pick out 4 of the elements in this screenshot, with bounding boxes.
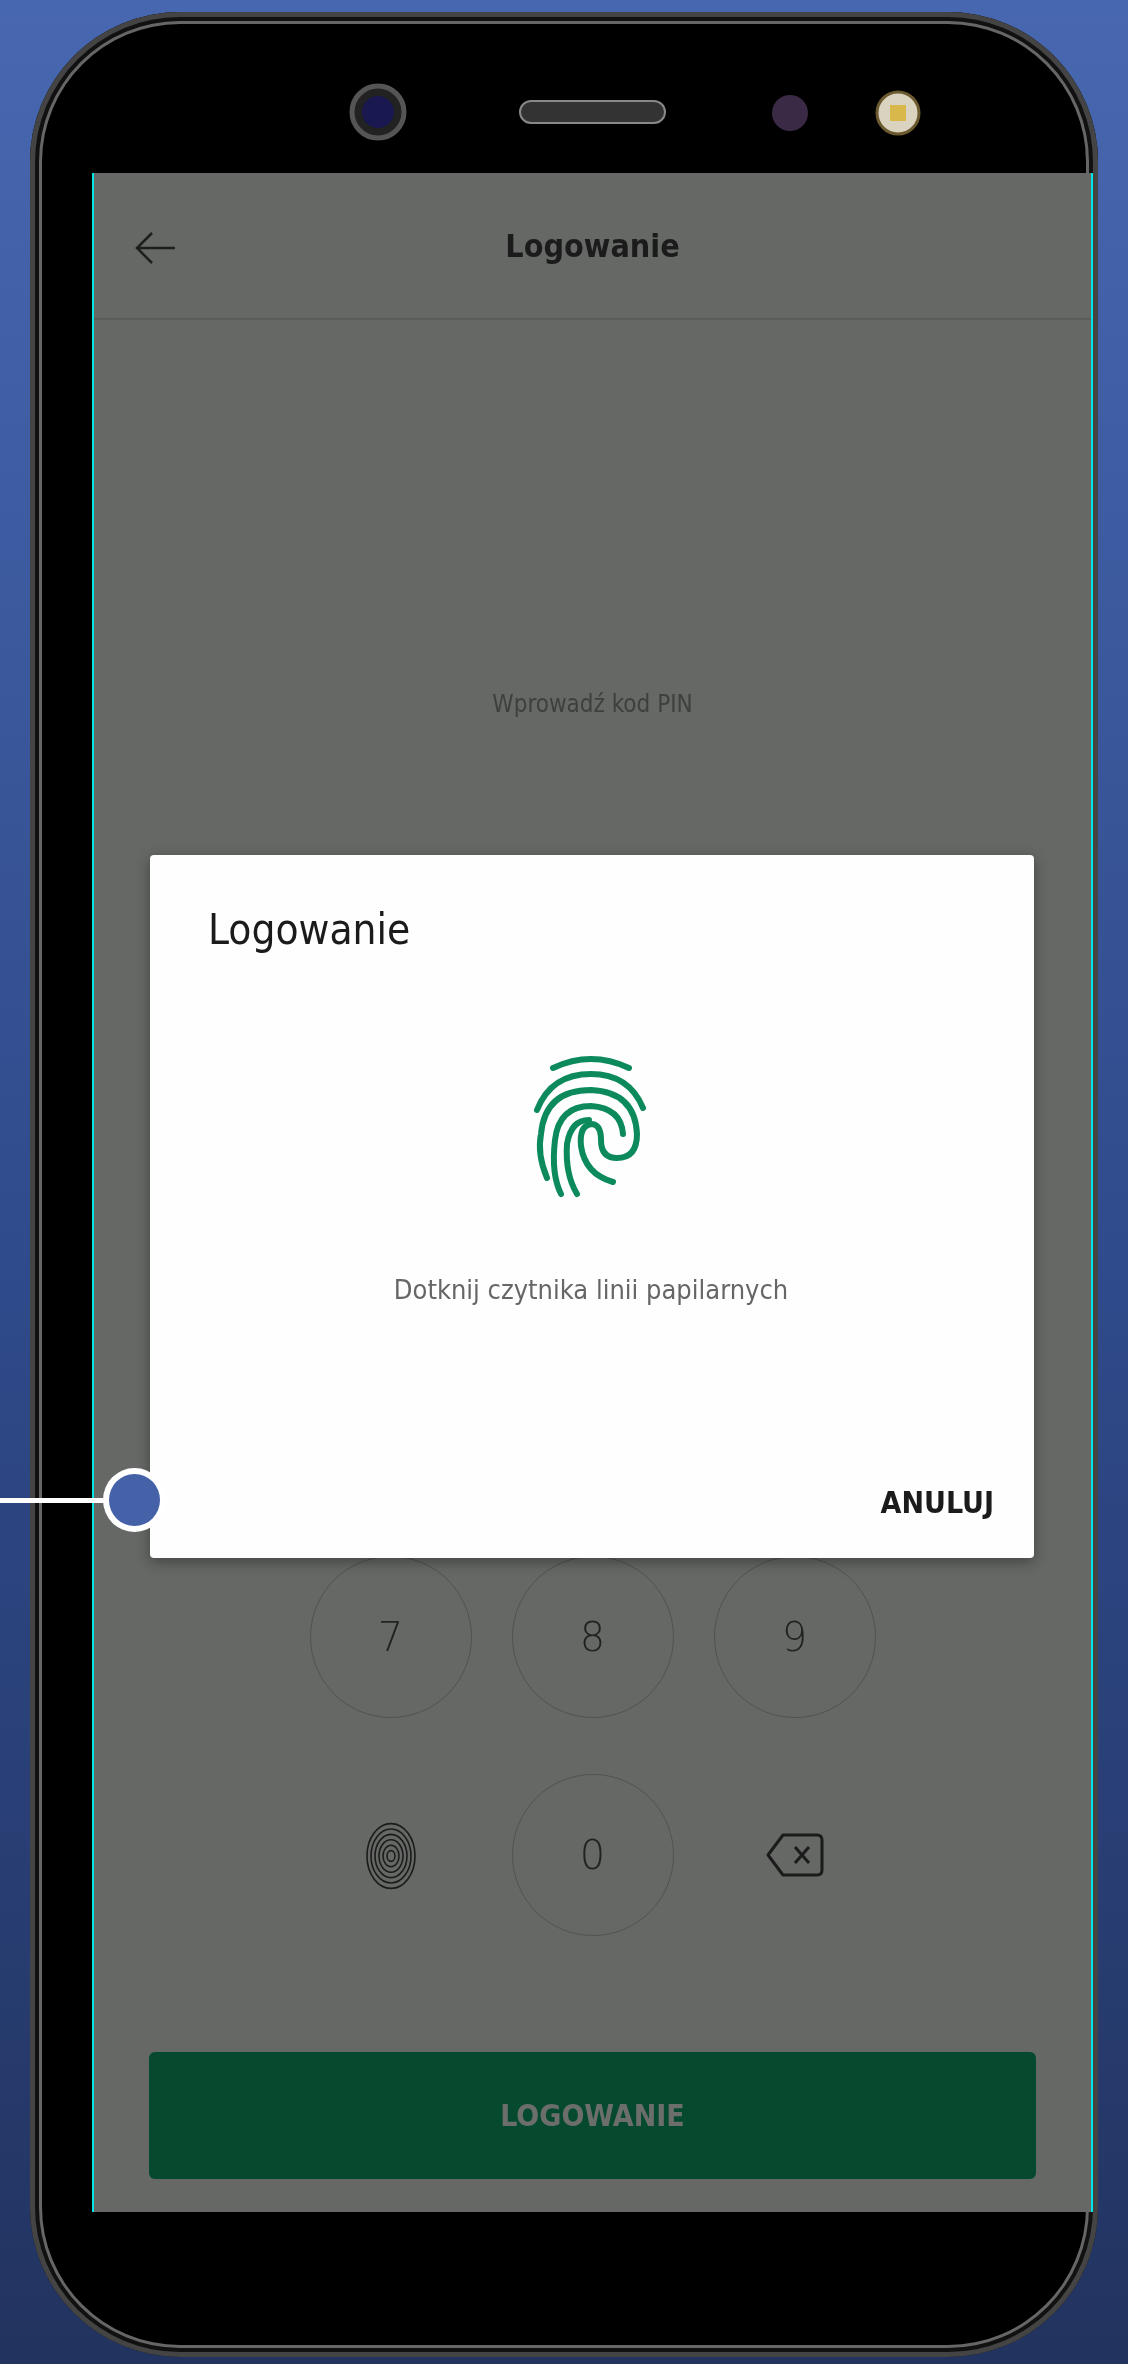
cancel-button[interactable]: ANULUJ — [880, 1477, 994, 1528]
dialog-message: Dotknij czytnika linii papilarnych — [393, 1274, 789, 1305]
dialog-title: Logowanie — [208, 905, 411, 954]
screen-title: Logowanie — [505, 226, 680, 265]
